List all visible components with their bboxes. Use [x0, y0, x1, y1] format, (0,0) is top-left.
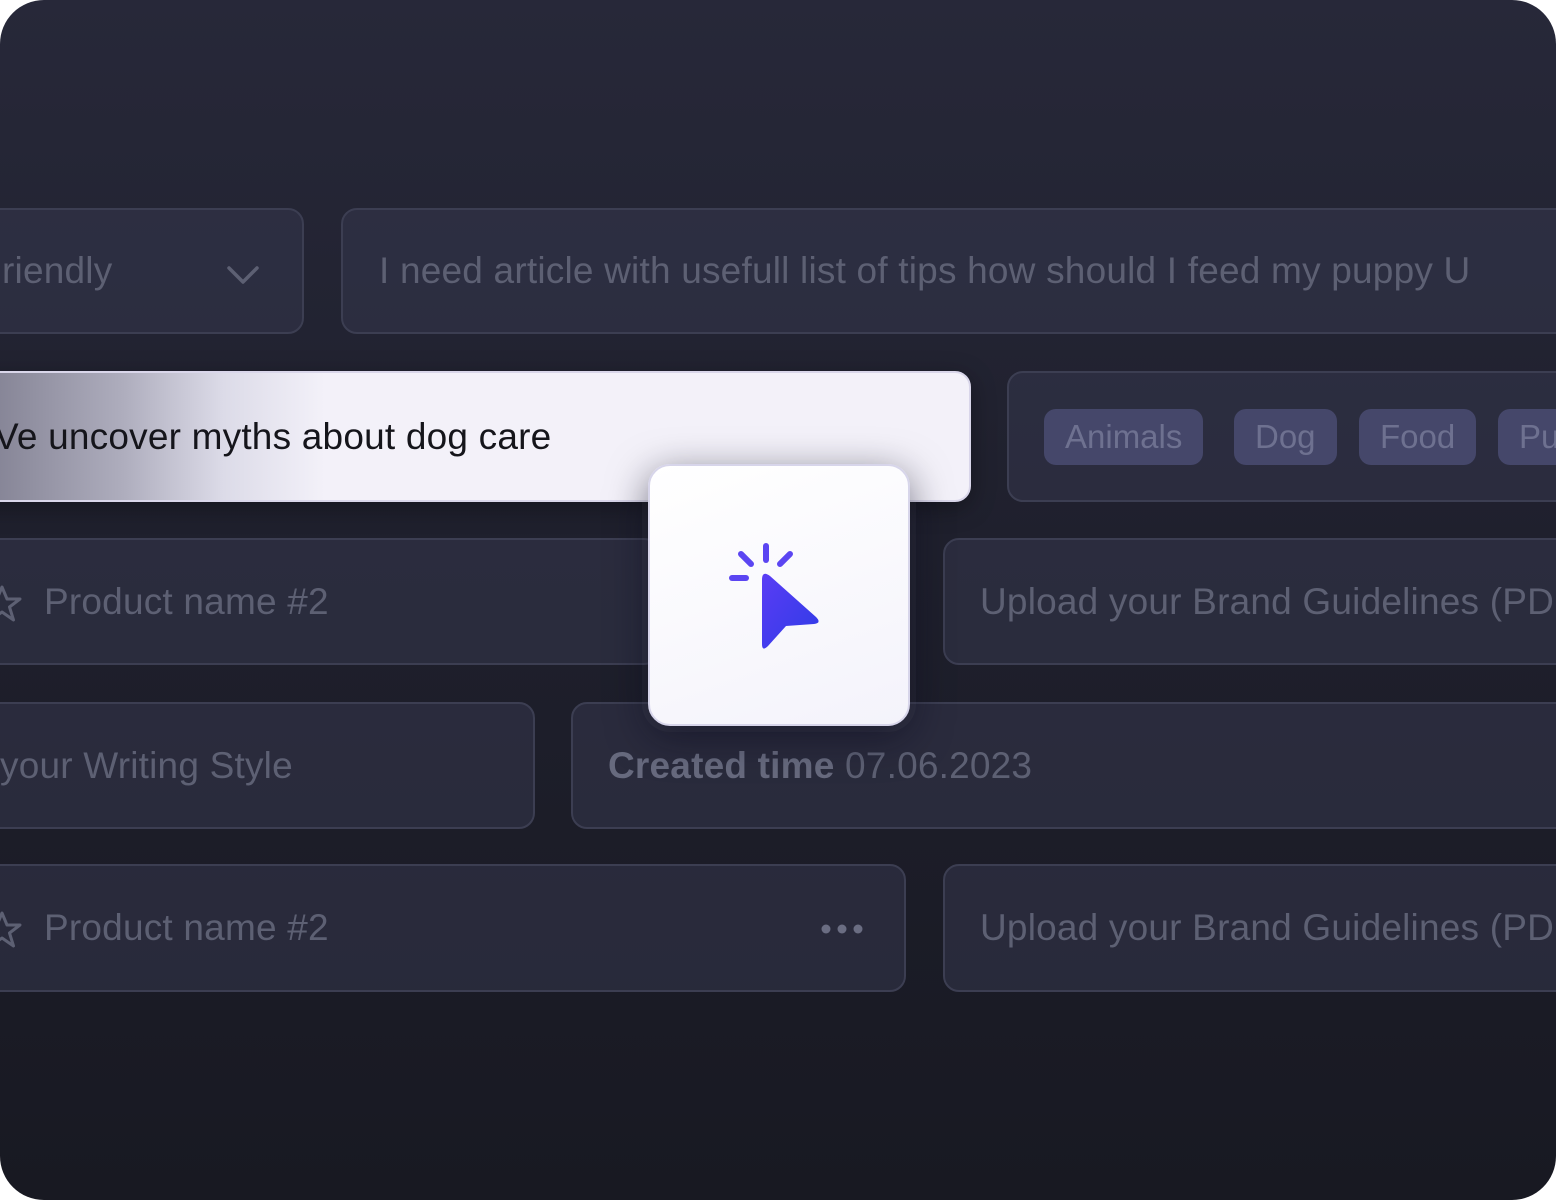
cursor-click-icon: [729, 543, 819, 649]
writing-style-field[interactable]: your Writing Style: [0, 702, 535, 829]
writing-style-label: your Writing Style: [0, 744, 293, 786]
tag-chip[interactable]: Animals: [1044, 409, 1204, 465]
star-icon[interactable]: [0, 585, 22, 628]
prompt-input[interactable]: I need article with usefull list of tips…: [341, 208, 1556, 334]
tone-select-value: riendly: [2, 250, 113, 291]
star-icon[interactable]: [0, 911, 22, 954]
brand-guidelines-upload[interactable]: Upload your Brand Guidelines (PD: [943, 538, 1556, 665]
tags-field[interactable]: Animals Dog Food Pu: [1007, 371, 1556, 502]
brand-guidelines-upload[interactable]: Upload your Brand Guidelines (PD: [943, 864, 1556, 992]
product-row[interactable]: Product name #2: [0, 538, 660, 665]
product-row[interactable]: Product name #2: [0, 864, 906, 992]
cursor-click-card: [648, 464, 910, 726]
upload-label: Upload your Brand Guidelines (PD: [980, 907, 1555, 948]
app-canvas: riendly I need article with usefull list…: [0, 0, 1556, 1200]
created-time-label: Created time: [608, 744, 835, 786]
tone-select[interactable]: riendly: [0, 208, 304, 334]
prompt-input-value: I need article with usefull list of tips…: [379, 250, 1471, 291]
tag-chip[interactable]: Food: [1359, 409, 1477, 465]
article-title-value: Ve uncover myths about dog care: [0, 415, 552, 457]
tag-chip[interactable]: Pu: [1498, 409, 1556, 465]
upload-label: Upload your Brand Guidelines (PD: [980, 580, 1555, 622]
more-horizontal-icon[interactable]: [820, 922, 864, 940]
created-time-value: 07.06.2023: [845, 744, 1033, 786]
product-name: Product name #2: [44, 580, 329, 622]
chevron-down-icon: [226, 264, 260, 291]
tag-chip[interactable]: Dog: [1234, 409, 1337, 465]
product-name: Product name #2: [44, 907, 329, 948]
